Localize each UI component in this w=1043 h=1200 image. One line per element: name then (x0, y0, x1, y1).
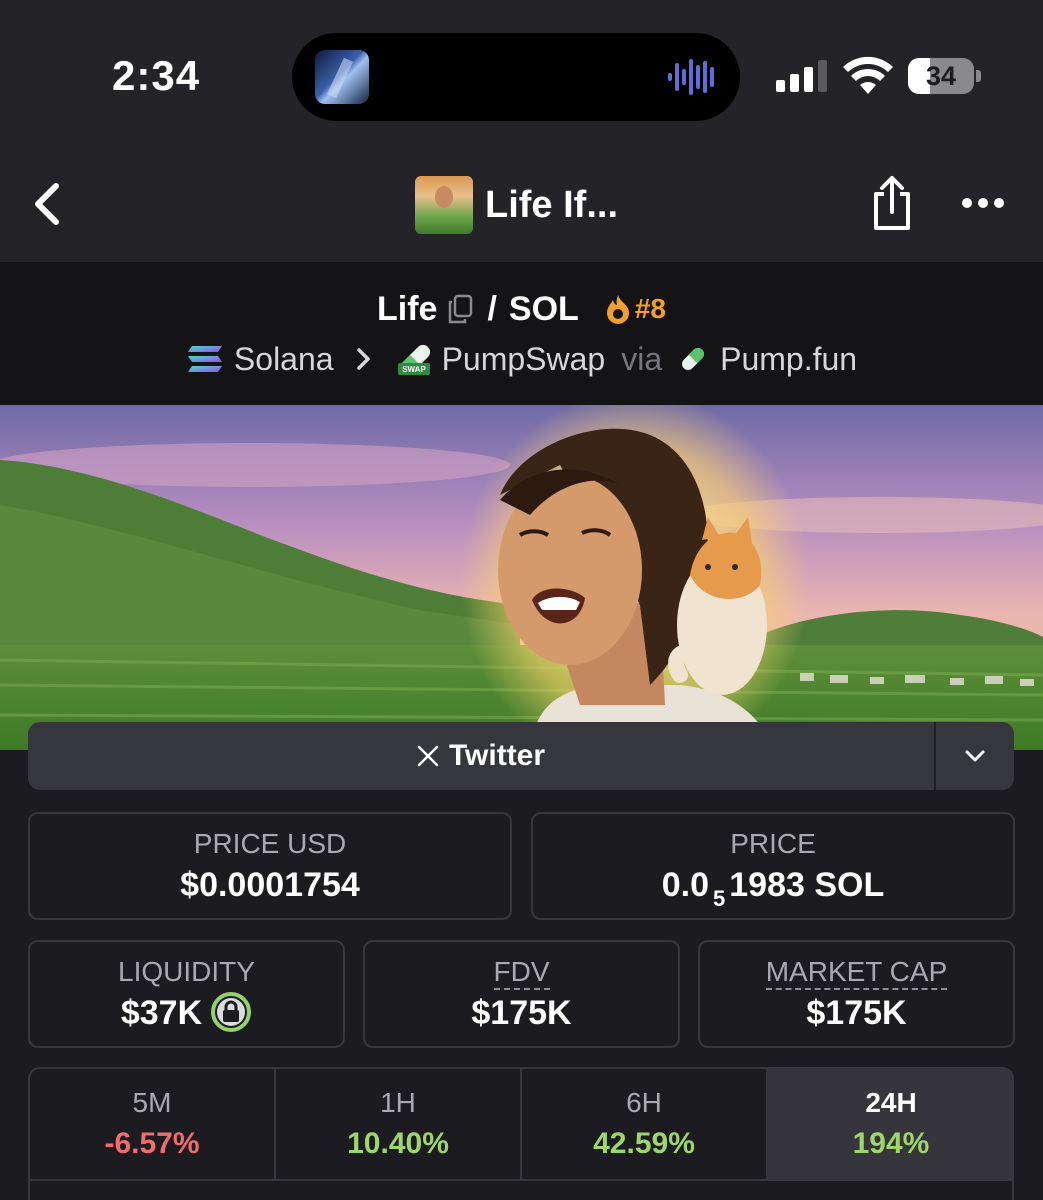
battery-percentage: 34 (925, 61, 957, 91)
dynamic-island[interactable] (292, 33, 740, 121)
fdv-value: $175K (471, 994, 572, 1032)
pair-header: Life / SOL #8 Solana SWAP PumpSwap via P… (0, 262, 1043, 405)
liquidity-amount: $37K (120, 994, 203, 1032)
chevron-down-icon (965, 750, 985, 762)
lock-icon[interactable] (210, 991, 252, 1033)
now-playing-artwork[interactable] (315, 50, 369, 104)
tab-24h[interactable]: 24H 194% (766, 1069, 1012, 1181)
dex-name[interactable]: PumpSwap (442, 341, 606, 378)
price-native-card: PRICE 0.0 5 1983 SOL (531, 812, 1015, 920)
via-label: via (621, 340, 663, 377)
market-cap-label[interactable]: MARKET CAP (765, 956, 948, 990)
price-prefix: 0.0 (661, 866, 710, 904)
status-bar: 2:34 34 (0, 0, 1043, 150)
price-usd-value: $0.0001754 (180, 866, 360, 904)
pair-separator: / (487, 289, 497, 328)
solana-icon (187, 346, 222, 372)
divider (30, 1179, 1012, 1181)
more-icon[interactable] (960, 190, 1006, 216)
pumpfun-icon (682, 348, 705, 370)
liquidity-label: LIQUIDITY (118, 956, 255, 987)
share-icon[interactable] (870, 174, 914, 232)
liquidity-value: $37K (30, 991, 343, 1036)
pair-title: Life / SOL #8 (0, 286, 1043, 332)
period-label: 24H (865, 1087, 917, 1118)
twitter-label: Twitter (448, 739, 546, 772)
twitter-link-bar: Twitter (28, 722, 1014, 790)
price-zero-count: 5 (713, 886, 726, 911)
tab-6h[interactable]: 6H 42.59% (522, 1069, 766, 1181)
price-native-value: 0.0 5 1983 SOL (533, 866, 1013, 911)
nav-header: Life If... (0, 150, 1043, 262)
period-label: 6H (626, 1087, 662, 1118)
token-thumbnail (415, 176, 473, 234)
change-value: 194% (852, 1127, 930, 1160)
copy-icon[interactable] (447, 294, 473, 324)
nav-title-group[interactable]: Life If... (415, 175, 618, 235)
token-banner-image (0, 405, 1043, 750)
change-value: 42.59% (593, 1127, 695, 1160)
links-dropdown-button[interactable] (936, 722, 1014, 790)
page-title: Life If... (485, 183, 618, 226)
twitter-button[interactable]: Twitter (28, 722, 934, 790)
period-label: 1H (380, 1087, 416, 1118)
price-native-label: PRICE (730, 828, 816, 859)
waveform-icon (668, 59, 714, 95)
price-usd-label: PRICE USD (193, 828, 347, 859)
market-cap-card: MARKET CAP $175K (698, 940, 1015, 1048)
wifi-icon (843, 56, 893, 94)
chain-name[interactable]: Solana (234, 341, 334, 378)
pumpswap-icon: SWAP (397, 344, 430, 375)
price-change-tabs: 5M -6.57% 1H 10.40% 6H 42.59% 24H 194% (28, 1067, 1014, 1200)
tab-1h[interactable]: 1H 10.40% (276, 1069, 520, 1181)
fdv-card: FDV $175K (363, 940, 680, 1048)
price-suffix: 1983 SOL (729, 866, 885, 904)
battery-icon: 34 (908, 58, 981, 94)
trending-rank: #8 (634, 293, 666, 324)
chevron-right-icon (356, 348, 370, 370)
x-logo-icon (417, 745, 439, 767)
fdv-label[interactable]: FDV (493, 956, 550, 990)
price-usd-card: PRICE USD $0.0001754 (28, 812, 512, 920)
chain-breadcrumb: Solana SWAP PumpSwap via Pump.fun (0, 336, 1043, 382)
svg-text:SWAP: SWAP (402, 365, 426, 374)
change-value: 10.40% (347, 1127, 449, 1160)
status-time: 2:34 (112, 52, 201, 99)
market-cap-value: $175K (806, 994, 907, 1032)
change-value: -6.57% (104, 1127, 200, 1160)
liquidity-card: LIQUIDITY $37K (28, 940, 345, 1048)
signal-icon (776, 60, 827, 92)
back-icon[interactable] (28, 180, 68, 228)
base-token-symbol: Life (377, 289, 438, 328)
period-label: 5M (132, 1087, 172, 1118)
tab-5m[interactable]: 5M -6.57% (30, 1069, 274, 1181)
flame-icon (606, 295, 629, 324)
banner-illustration (0, 405, 1043, 750)
quote-token-symbol: SOL (508, 289, 579, 328)
launchpad-name[interactable]: Pump.fun (720, 341, 857, 378)
